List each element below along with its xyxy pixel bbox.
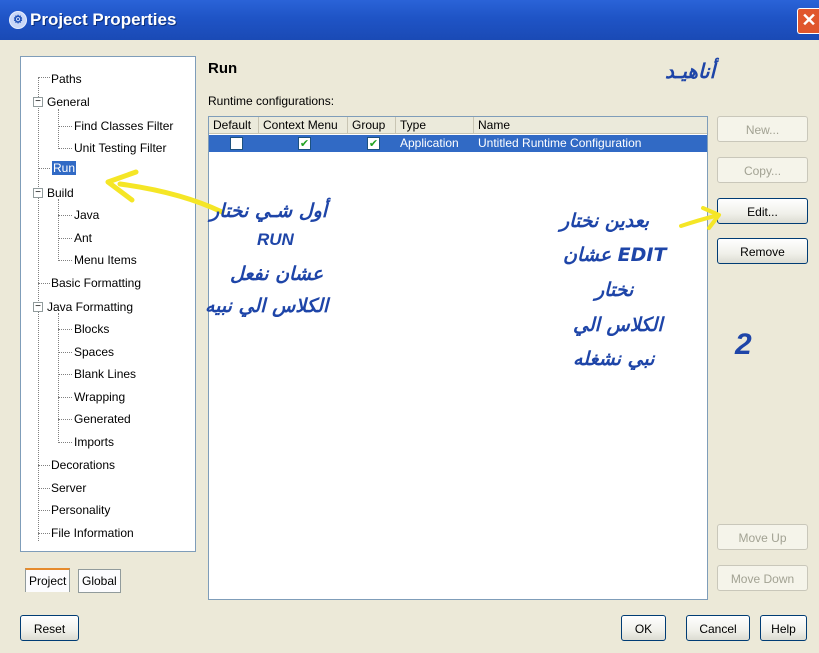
column-header-type[interactable]: Type (396, 117, 474, 134)
annotation-left-line2: RUN (257, 230, 294, 249)
tree-item-general[interactable]: General (47, 95, 90, 109)
tree-item-server[interactable]: Server (51, 481, 86, 495)
new-button[interactable]: New... (717, 116, 808, 142)
cancel-button[interactable]: Cancel (686, 615, 750, 641)
step-number: 2 (735, 328, 752, 361)
column-header-context-menu[interactable]: Context Menu (259, 117, 348, 134)
copy-button[interactable]: Copy... (717, 157, 808, 183)
tree-item-paths[interactable]: Paths (51, 72, 82, 86)
tab-global[interactable]: Global (78, 569, 121, 593)
help-button[interactable]: Help (760, 615, 807, 641)
tree-item-find-classes-filter[interactable]: Find Classes Filter (74, 119, 173, 133)
close-icon[interactable]: ✕ (797, 8, 819, 34)
app-icon: ⚙ (9, 11, 27, 29)
tree-item-unit-testing-filter[interactable]: Unit Testing Filter (74, 141, 166, 155)
tree-connector (58, 352, 72, 353)
tree-connector (58, 374, 72, 375)
tree-item-generated[interactable]: Generated (74, 412, 131, 426)
tree-connector (58, 329, 72, 330)
tree-item-spaces[interactable]: Spaces (74, 345, 114, 359)
tree-connector (38, 510, 50, 511)
tree-connector (38, 283, 50, 284)
annotation-right-line5: نبي نشغله (573, 348, 655, 370)
table-row[interactable]: ✔ ✔ Application Untitled Runtime Configu… (209, 135, 707, 152)
remove-button[interactable]: Remove (717, 238, 808, 264)
tree-item-imports[interactable]: Imports (74, 435, 114, 449)
properties-tree: − − − Paths General Find Classes Filter … (20, 56, 196, 552)
tree-connector (38, 488, 50, 489)
tree-connector (58, 109, 59, 149)
default-checkbox[interactable] (230, 137, 243, 150)
project-properties-dialog: ⚙ Project Properties ✕ − − − Paths Gener… (0, 0, 819, 653)
type-cell: Application (400, 136, 459, 150)
tree-item-blank-lines[interactable]: Blank Lines (74, 367, 136, 381)
tree-connector (58, 148, 72, 149)
yellow-arrow-icon (105, 169, 225, 215)
tree-connector (58, 313, 59, 443)
runtime-configurations-label: Runtime configurations: (208, 94, 335, 108)
column-header-name[interactable]: Name (474, 117, 707, 134)
tree-connector (38, 465, 50, 466)
tree-connector (58, 238, 72, 239)
annotation-right-line4: الكلاس الي (573, 314, 663, 336)
annotation-left-line3: عشان نفعل (230, 263, 324, 285)
title-bar: ⚙ Project Properties ✕ (0, 0, 819, 40)
collapse-icon[interactable]: − (33, 302, 43, 312)
move-up-button[interactable]: Move Up (717, 524, 808, 550)
tree-connector (58, 260, 72, 261)
tree-connector (38, 533, 50, 534)
yellow-arrow-icon (679, 206, 721, 230)
tree-item-java-formatting[interactable]: Java Formatting (47, 300, 133, 314)
tree-item-run[interactable]: Run (52, 161, 77, 175)
reset-button[interactable]: Reset (20, 615, 79, 641)
annotation-right-line2: EDIT عشان (563, 244, 667, 266)
annotation-left-line4: الكلاس الي نبيه (205, 295, 329, 317)
collapse-icon[interactable]: − (33, 188, 43, 198)
move-down-button[interactable]: Move Down (717, 565, 808, 591)
tree-connector (58, 397, 72, 398)
annotation-left-line1: أول شـي نختار (210, 200, 328, 222)
section-title: Run (208, 60, 238, 77)
tree-item-build[interactable]: Build (47, 186, 74, 200)
tree-connector (58, 442, 72, 443)
annotation-right-line3: نختار (595, 279, 634, 301)
tree-connector (38, 168, 50, 169)
column-header-group[interactable]: Group (348, 117, 396, 134)
tree-item-decorations[interactable]: Decorations (51, 458, 115, 472)
tree-item-personality[interactable]: Personality (51, 503, 110, 517)
author-signature: أناهيـد (665, 59, 716, 83)
collapse-icon[interactable]: − (33, 97, 43, 107)
tree-item-basic-formatting[interactable]: Basic Formatting (51, 276, 141, 290)
tree-connector (58, 215, 72, 216)
tree-item-blocks[interactable]: Blocks (74, 322, 109, 336)
tree-item-wrapping[interactable]: Wrapping (74, 390, 125, 404)
tree-item-menu-items[interactable]: Menu Items (74, 253, 137, 267)
tree-connector (58, 199, 59, 261)
context-menu-checkbox[interactable]: ✔ (298, 137, 311, 150)
tree-connector (58, 419, 72, 420)
tree-connector (38, 77, 50, 78)
tree-item-file-information[interactable]: File Information (51, 526, 134, 540)
tree-item-ant[interactable]: Ant (74, 231, 92, 245)
tree-connector (58, 126, 72, 127)
tab-project[interactable]: Project (25, 568, 71, 592)
group-checkbox[interactable]: ✔ (367, 137, 380, 150)
edit-button[interactable]: Edit... (717, 198, 808, 224)
name-cell: Untitled Runtime Configuration (478, 136, 642, 150)
annotation-right-line1: بعدين نختار (560, 210, 650, 232)
column-header-default[interactable]: Default (209, 117, 259, 134)
tree-item-java[interactable]: Java (74, 208, 99, 222)
ok-button[interactable]: OK (621, 615, 666, 641)
window-title: Project Properties (30, 10, 177, 29)
